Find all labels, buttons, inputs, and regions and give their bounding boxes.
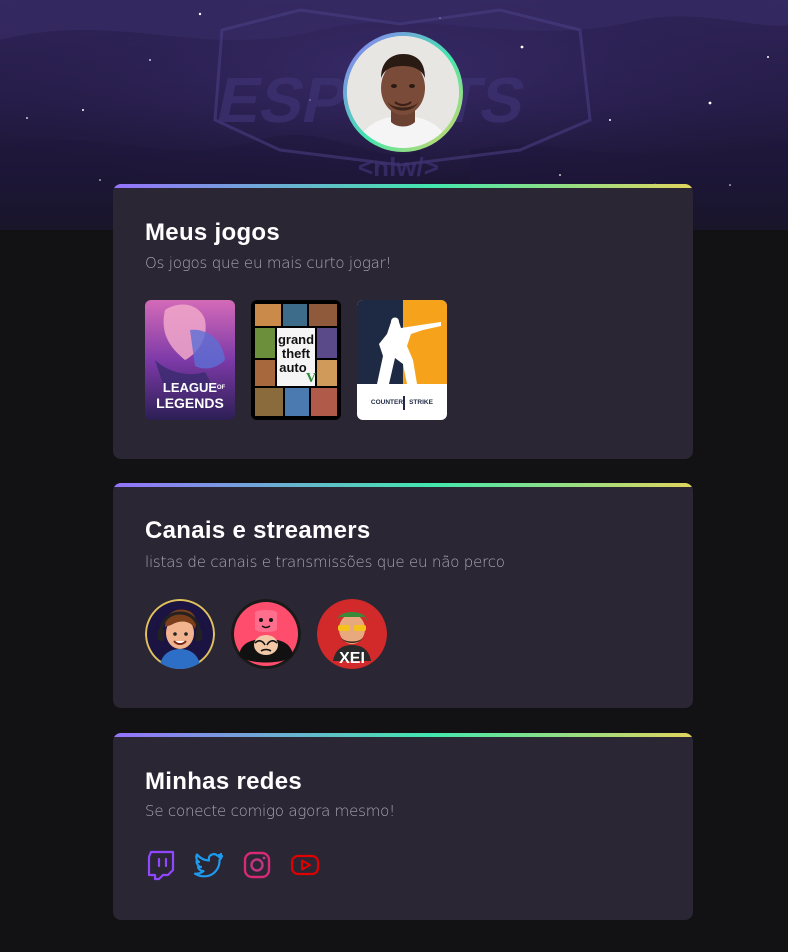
cs-logo-counter: COUNTER — [371, 399, 403, 406]
games-card-subtitle: Os jogos que eu mais curto jogar! — [145, 254, 392, 272]
game-cover-gta-v[interactable]: grand theft auto V — [251, 300, 341, 420]
lol-logo-of: OF — [217, 385, 226, 391]
lol-logo-top: LEAGUE — [163, 380, 218, 395]
socials-card: Minhas redes Se conecte comigo agora mes… — [113, 733, 693, 920]
gta-logo-theft: theft — [282, 346, 311, 361]
streamers-list: XEI — [145, 599, 387, 669]
profile-photo — [347, 36, 459, 148]
streamers-card-title: Canais e streamers — [145, 517, 371, 544]
gta-logo-v: V — [306, 371, 316, 386]
streamer-3-avatar[interactable]: XEI — [317, 599, 387, 669]
streamer-2-avatar[interactable] — [231, 599, 301, 669]
profile-avatar — [343, 32, 463, 152]
streamers-card: Canais e streamers listas de canais e tr… — [113, 483, 693, 708]
socials-card-subtitle: Se conecte comigo agora mesmo! — [145, 802, 395, 820]
game-cover-counter-strike[interactable]: COUNTER STRIKE — [357, 300, 447, 420]
instagram-icon[interactable] — [241, 849, 273, 881]
gta-logo-auto: auto — [279, 360, 307, 375]
streamer-3-label: XEI — [339, 650, 365, 667]
svg-text:<nlw/>: <nlw/> — [358, 152, 439, 182]
games-card: Meus jogos Os jogos que eu mais curto jo… — [113, 184, 693, 459]
socials-list — [145, 849, 321, 881]
games-list: LEAGUE OF LEGENDS grand theft auto V COU… — [145, 300, 447, 420]
gta-logo-grand: grand — [278, 332, 314, 347]
twitch-icon[interactable] — [145, 849, 177, 881]
games-card-title: Meus jogos — [145, 219, 281, 246]
streamer-1-avatar[interactable] — [145, 599, 215, 669]
youtube-icon[interactable] — [289, 849, 321, 881]
streamers-card-subtitle: listas de canais e transmissões que eu n… — [145, 553, 505, 571]
twitter-icon[interactable] — [193, 849, 225, 881]
cs-logo-strike: STRIKE — [409, 399, 434, 406]
lol-logo-bottom: LEGENDS — [156, 395, 224, 411]
game-cover-league-of-legends[interactable]: LEAGUE OF LEGENDS — [145, 300, 235, 420]
socials-card-title: Minhas redes — [145, 768, 302, 795]
